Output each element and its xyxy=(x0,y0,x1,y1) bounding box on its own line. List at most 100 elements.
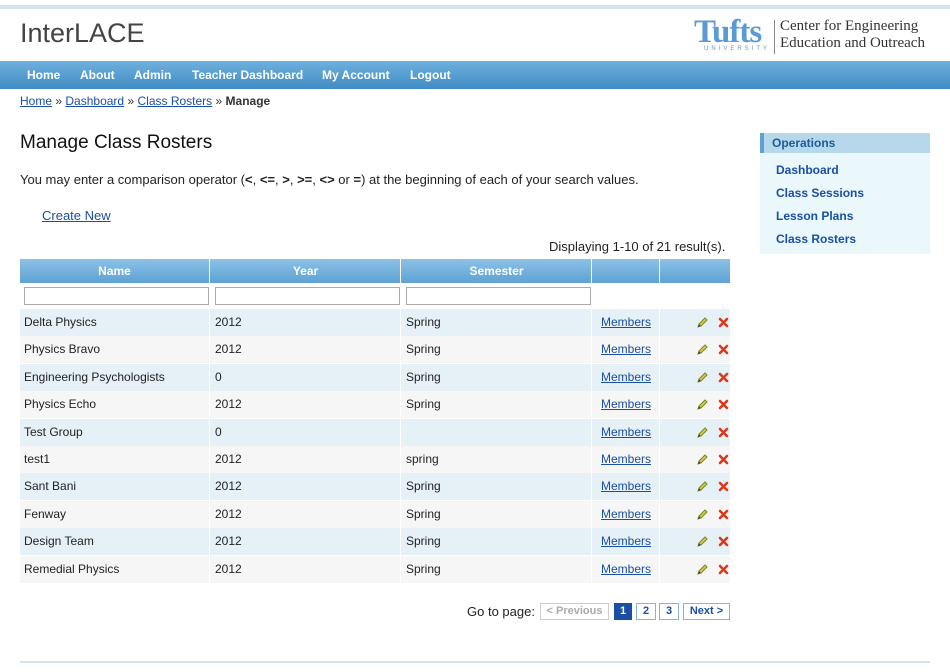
nav-teacher-dashboard[interactable]: Teacher Dashboard xyxy=(192,68,303,82)
pencil-icon[interactable] xyxy=(696,371,709,384)
table-row: Test Group 0 Members xyxy=(20,418,730,446)
cell-semester: spring xyxy=(402,446,592,473)
delete-x-icon[interactable] xyxy=(717,453,730,466)
column-header-name[interactable]: Name xyxy=(20,259,210,283)
sidebar-link-class-rosters[interactable]: Class Rosters xyxy=(776,232,856,246)
nav-about[interactable]: About xyxy=(80,68,115,82)
breadcrumb-class-rosters[interactable]: Class Rosters xyxy=(137,94,212,108)
nav-admin[interactable]: Admin xyxy=(134,68,171,82)
page-title: Manage Class Rosters xyxy=(20,132,213,153)
members-link[interactable]: Members xyxy=(601,534,651,548)
cell-semester xyxy=(402,418,592,446)
create-new-link[interactable]: Create New xyxy=(42,208,111,223)
breadcrumb-dashboard[interactable]: Dashboard xyxy=(65,94,124,108)
cell-members: Members xyxy=(593,500,660,528)
cell-members: Members xyxy=(593,473,660,501)
members-link[interactable]: Members xyxy=(601,479,651,493)
members-link[interactable]: Members xyxy=(601,507,651,521)
delete-x-icon[interactable] xyxy=(717,563,730,576)
pager-page-1[interactable]: 1 xyxy=(614,603,632,620)
nav-home[interactable]: Home xyxy=(27,68,60,82)
table-row: Engineering Psychologists 0 Spring Members xyxy=(20,363,730,391)
cell-name: Physics Echo xyxy=(20,391,210,419)
breadcrumb-separator: » xyxy=(215,94,223,108)
cell-members: Members xyxy=(593,363,660,391)
pencil-icon[interactable] xyxy=(696,398,709,411)
pencil-icon[interactable] xyxy=(696,453,709,466)
filter-year-input[interactable] xyxy=(215,287,400,305)
cell-name: Physics Bravo xyxy=(20,336,210,364)
cell-year: 2012 xyxy=(211,446,401,473)
table-row: Sant Bani 2012 Spring Members xyxy=(20,473,730,501)
members-link[interactable]: Members xyxy=(601,452,651,466)
cell-year: 2012 xyxy=(211,528,401,556)
search-hint: You may enter a comparison operator (<, … xyxy=(20,172,639,187)
pager-page-2[interactable]: 2 xyxy=(636,603,656,620)
nav-logout[interactable]: Logout xyxy=(410,68,451,82)
delete-x-icon[interactable] xyxy=(717,535,730,548)
members-link[interactable]: Members xyxy=(601,315,651,329)
delete-x-icon[interactable] xyxy=(717,480,730,493)
nav-my-account[interactable]: My Account xyxy=(322,68,390,82)
delete-x-icon[interactable] xyxy=(717,316,730,329)
cell-members: Members xyxy=(593,391,660,419)
cell-semester: Spring xyxy=(402,336,592,364)
pager-previous-button[interactable]: < Previous xyxy=(540,603,609,620)
members-link[interactable]: Members xyxy=(601,397,651,411)
search-hint-prefix: You may enter a comparison operator ( xyxy=(20,172,245,187)
breadcrumb-current: Manage xyxy=(225,94,271,108)
cell-semester: Spring xyxy=(402,500,592,528)
delete-x-icon[interactable] xyxy=(717,508,730,521)
operator-gte: >= xyxy=(297,172,313,187)
cell-name: Sant Bani xyxy=(20,473,210,501)
filter-semester-input[interactable] xyxy=(406,287,591,305)
logo-university-text: UNIVERSITY xyxy=(704,46,771,52)
pencil-icon[interactable] xyxy=(696,316,709,329)
logo-divider xyxy=(774,20,775,54)
delete-x-icon[interactable] xyxy=(717,426,730,439)
column-header-semester[interactable]: Semester xyxy=(402,259,592,283)
pencil-icon[interactable] xyxy=(696,480,709,493)
pencil-icon[interactable] xyxy=(696,535,709,548)
table-row: Remedial Physics 2012 Spring Members xyxy=(20,555,730,583)
pencil-icon[interactable] xyxy=(696,563,709,576)
cell-name: Delta Physics xyxy=(20,309,210,336)
breadcrumb-home[interactable]: Home xyxy=(20,94,52,108)
tufts-ceeo-logo: Tufts UNIVERSITY Center for Engineering … xyxy=(694,14,934,56)
members-link[interactable]: Members xyxy=(601,342,651,356)
cell-year: 2012 xyxy=(211,336,401,364)
cell-semester: Spring xyxy=(402,555,592,583)
pencil-icon[interactable] xyxy=(696,426,709,439)
search-hint-suffix: ) at the beginning of each of your searc… xyxy=(361,172,639,187)
sidebar-link-dashboard[interactable]: Dashboard xyxy=(776,163,839,177)
filter-row xyxy=(20,283,730,309)
pager-label: Go to page: xyxy=(467,604,535,619)
members-link[interactable]: Members xyxy=(601,370,651,384)
pager-next-button[interactable]: Next > xyxy=(683,603,730,620)
delete-x-icon[interactable] xyxy=(717,398,730,411)
column-header-year[interactable]: Year xyxy=(211,259,401,283)
cell-year: 0 xyxy=(211,363,401,391)
cell-semester: Spring xyxy=(402,473,592,501)
operator-lt: < xyxy=(244,172,253,187)
pencil-icon[interactable] xyxy=(696,508,709,521)
cell-name: Engineering Psychologists xyxy=(20,363,210,391)
sidebar-link-lesson-plans[interactable]: Lesson Plans xyxy=(776,209,853,223)
filter-name-input[interactable] xyxy=(24,287,209,305)
operations-panel: Operations Dashboard Class Sessions Less… xyxy=(760,133,930,254)
pencil-icon[interactable] xyxy=(696,343,709,356)
members-link[interactable]: Members xyxy=(601,562,651,576)
sidebar-link-class-sessions[interactable]: Class Sessions xyxy=(776,186,864,200)
delete-x-icon[interactable] xyxy=(717,343,730,356)
pager-page-3[interactable]: 3 xyxy=(659,603,679,620)
cell-year: 2012 xyxy=(211,555,401,583)
operator-ne: <> xyxy=(319,172,335,187)
app-title: InterLACE xyxy=(20,18,145,48)
delete-x-icon[interactable] xyxy=(717,371,730,384)
cell-semester: Spring xyxy=(402,363,592,391)
cell-year: 2012 xyxy=(211,473,401,501)
members-link[interactable]: Members xyxy=(601,425,651,439)
breadcrumb: Home » Dashboard » Class Rosters » Manag… xyxy=(20,94,270,108)
operator-gt: > xyxy=(282,172,290,187)
table-row: Physics Echo 2012 Spring Members xyxy=(20,391,730,419)
